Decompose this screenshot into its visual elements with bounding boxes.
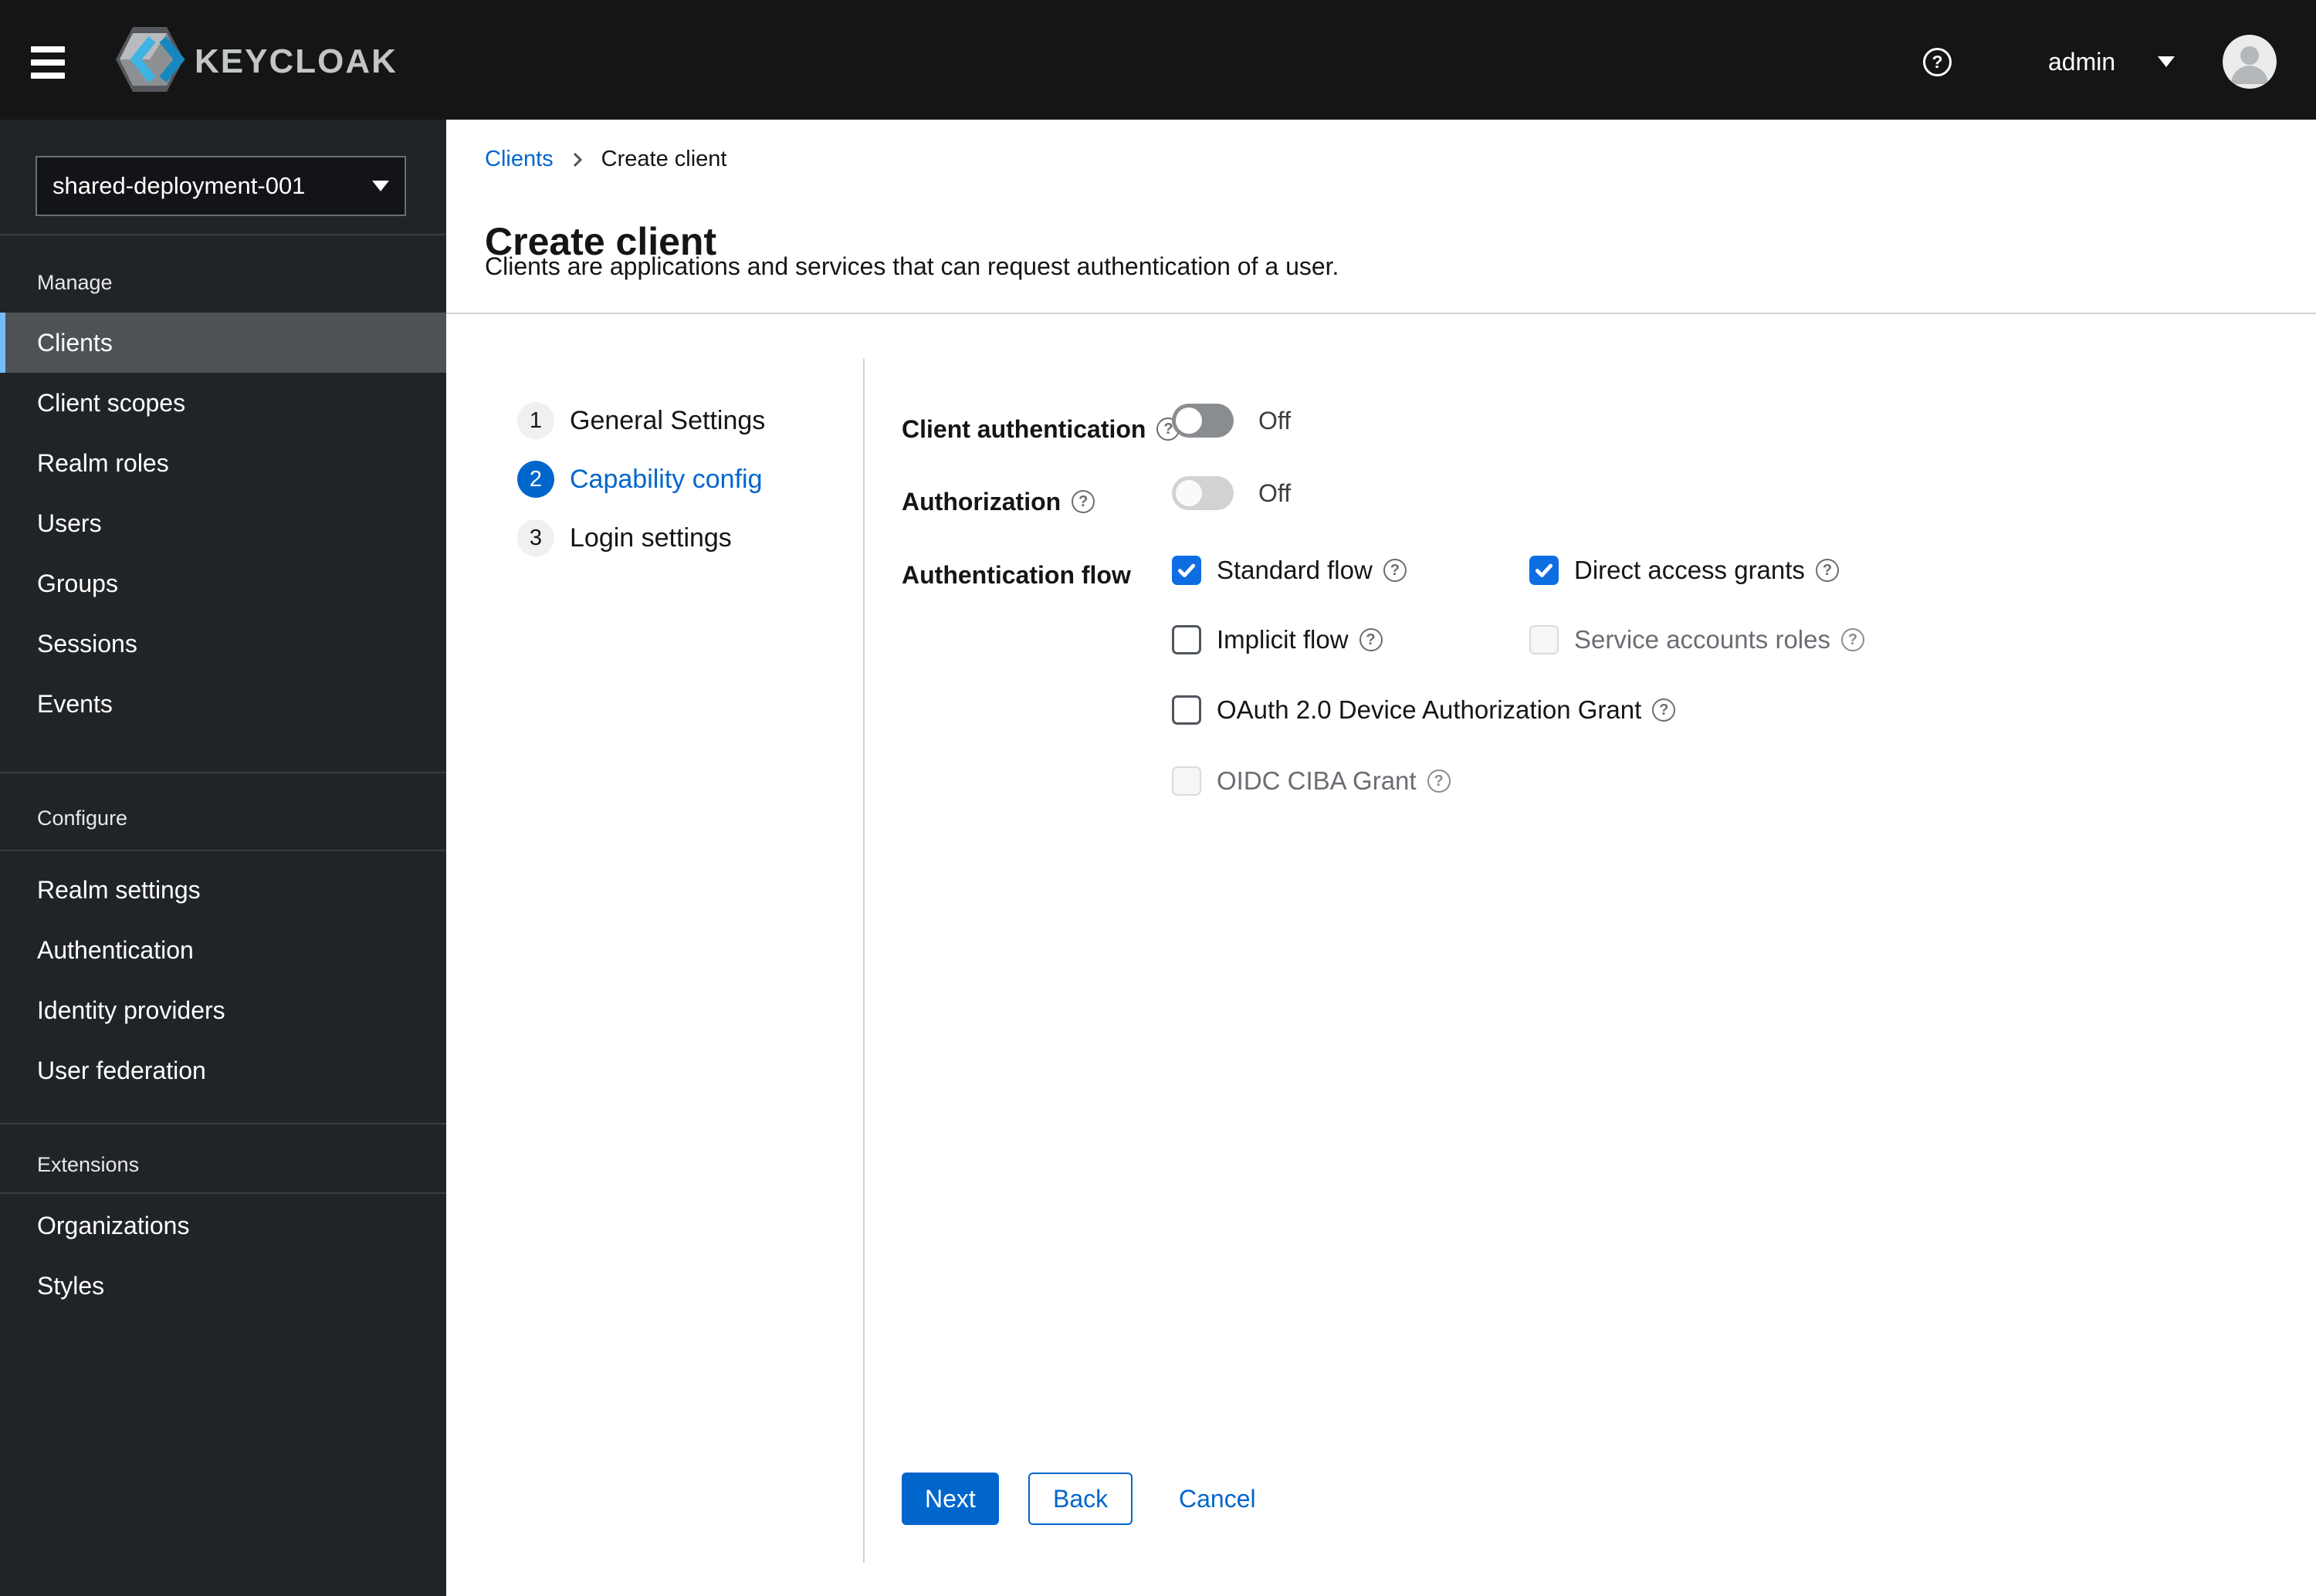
option-standard-flow: Standard flow ? <box>1172 553 1407 587</box>
divider <box>0 850 446 851</box>
authorization-label: Authorization ? <box>902 485 1095 519</box>
realm-selector[interactable]: shared-deployment-001 <box>36 156 406 216</box>
help-icon[interactable]: ? <box>1652 698 1676 722</box>
step-label: Capability config <box>570 464 763 494</box>
client-authentication-label: Client authentication ? <box>902 412 1180 446</box>
implicit-flow-checkbox[interactable] <box>1172 625 1201 654</box>
oidc-ciba-grant-checkbox <box>1172 766 1201 796</box>
help-icon[interactable]: ? <box>1427 769 1451 793</box>
breadcrumb-current: Create client <box>601 147 727 171</box>
cancel-button[interactable]: Cancel <box>1179 1473 1256 1525</box>
nav-section-manage: Manage <box>37 271 113 294</box>
step-number: 2 <box>517 461 554 498</box>
step-label: Login settings <box>570 522 732 553</box>
nav-toggle-hamburger-icon[interactable] <box>31 46 65 80</box>
masthead: KEYCLOAK ? admin <box>0 0 2316 120</box>
sidebar-item-sessions[interactable]: Sessions <box>0 614 446 674</box>
sidebar-item-realm-settings[interactable]: Realm settings <box>0 860 446 920</box>
authorization-state: Off <box>1258 478 1292 507</box>
sidebar-item-realm-roles[interactable]: Realm roles <box>0 433 446 493</box>
brand-wordmark: KEYCLOAK <box>195 42 398 80</box>
chevron-right-icon <box>572 150 583 169</box>
option-service-accounts-roles: Service accounts roles ? <box>1529 623 1864 657</box>
keycloak-hexagon-icon <box>114 25 185 97</box>
keycloak-logo: KEYCLOAK <box>114 25 398 97</box>
sidebar-item-identity-providers[interactable]: Identity providers <box>0 980 446 1040</box>
nav-group-extensions: Organizations Styles <box>0 1195 446 1316</box>
divider <box>0 234 446 235</box>
option-direct-access-grants: Direct access grants ? <box>1529 553 1839 587</box>
user-menu[interactable]: admin <box>2048 45 2175 79</box>
back-button[interactable]: Back <box>1028 1473 1133 1525</box>
authorization-toggle <box>1172 476 1234 510</box>
toggle-knob <box>1176 407 1202 434</box>
step-number: 3 <box>517 519 554 556</box>
authentication-flow-label: Authentication flow <box>902 560 1131 589</box>
help-icon[interactable]: ? <box>1383 559 1407 582</box>
nav-group-manage: Clients Client scopes Realm roles Users … <box>0 313 446 734</box>
username: admin <box>2048 47 2116 76</box>
client-authentication-state: Off <box>1258 406 1292 435</box>
help-icon[interactable]: ? <box>1923 48 1952 76</box>
next-button[interactable]: Next <box>902 1473 999 1525</box>
nav-section-extensions: Extensions <box>37 1153 140 1176</box>
help-icon[interactable]: ? <box>1840 628 1864 651</box>
divider <box>0 1123 446 1124</box>
sidebar-item-styles[interactable]: Styles <box>0 1256 446 1316</box>
oauth-device-authorization-grant-checkbox[interactable] <box>1172 695 1201 725</box>
direct-access-grants-checkbox[interactable] <box>1529 556 1559 585</box>
step-label: General Settings <box>570 405 766 435</box>
sidebar-item-authentication[interactable]: Authentication <box>0 920 446 980</box>
option-implicit-flow: Implicit flow ? <box>1172 623 1383 657</box>
sidebar-item-user-federation[interactable]: User federation <box>0 1040 446 1101</box>
breadcrumb: Clients Create client <box>485 147 726 172</box>
keycloak-admin-console: KEYCLOAK ? admin shared-deployment-001 M… <box>0 0 2316 1596</box>
current-realm: shared-deployment-001 <box>52 172 306 199</box>
wizard-step-general-settings[interactable]: 1 General Settings <box>517 402 765 439</box>
divider <box>446 313 2316 314</box>
sidebar-item-organizations[interactable]: Organizations <box>0 1195 446 1256</box>
divider <box>0 772 446 773</box>
nav-group-configure: Realm settings Authentication Identity p… <box>0 860 446 1101</box>
wizard-divider <box>863 359 865 1563</box>
sidebar: shared-deployment-001 Manage Clients Cli… <box>0 120 446 1596</box>
sidebar-item-groups[interactable]: Groups <box>0 553 446 614</box>
breadcrumb-clients-link[interactable]: Clients <box>485 147 554 172</box>
avatar[interactable] <box>2223 35 2277 89</box>
option-oidc-ciba-grant: OIDC CIBA Grant ? <box>1172 764 1451 798</box>
sidebar-item-clients[interactable]: Clients <box>0 313 446 373</box>
sidebar-item-users[interactable]: Users <box>0 493 446 553</box>
help-icon[interactable]: ? <box>1359 628 1383 651</box>
chevron-down-icon <box>2158 56 2175 67</box>
step-number: 1 <box>517 402 554 439</box>
divider <box>0 1192 446 1194</box>
page-subtitle: Clients are applications and services th… <box>485 252 1339 280</box>
standard-flow-checkbox[interactable] <box>1172 556 1201 585</box>
wizard-step-login-settings[interactable]: 3 Login settings <box>517 519 732 556</box>
wizard-step-capability-config[interactable]: 2 Capability config <box>517 461 762 498</box>
toggle-knob <box>1176 480 1202 506</box>
sidebar-item-client-scopes[interactable]: Client scopes <box>0 373 446 433</box>
sidebar-item-events[interactable]: Events <box>0 674 446 734</box>
option-oauth-device-grant: OAuth 2.0 Device Authorization Grant ? <box>1172 693 1676 727</box>
help-icon[interactable]: ? <box>1815 559 1839 582</box>
service-accounts-roles-checkbox <box>1529 625 1559 654</box>
help-icon[interactable]: ? <box>1072 490 1095 513</box>
client-authentication-toggle[interactable] <box>1172 404 1234 438</box>
nav-section-configure: Configure <box>37 806 128 830</box>
chevron-down-icon <box>372 181 389 191</box>
